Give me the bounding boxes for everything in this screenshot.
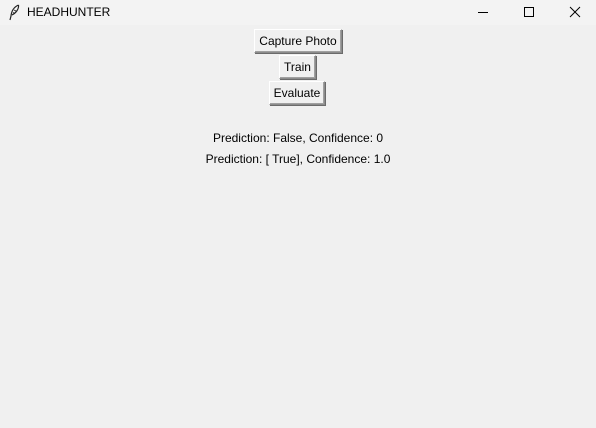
- evaluate-button[interactable]: Evaluate: [269, 81, 325, 105]
- capture-photo-button[interactable]: Capture Photo: [254, 29, 342, 53]
- prediction-result-2: Prediction: [ True], Confidence: 1.0: [205, 152, 391, 166]
- minimize-icon: [478, 12, 488, 13]
- close-button[interactable]: [552, 0, 596, 25]
- app-window: HEADHUNTER Capture Photo Train Evaluate …: [0, 0, 596, 428]
- maximize-button[interactable]: [506, 0, 552, 25]
- main-content: Capture Photo Train Evaluate Prediction:…: [0, 25, 596, 428]
- train-button[interactable]: Train: [279, 55, 316, 79]
- prediction-result-1: Prediction: False, Confidence: 0: [212, 131, 384, 145]
- title-bar[interactable]: HEADHUNTER: [0, 0, 596, 25]
- maximize-icon: [524, 7, 534, 17]
- close-icon: [569, 6, 581, 18]
- minimize-button[interactable]: [460, 0, 506, 25]
- window-title: HEADHUNTER: [27, 5, 111, 19]
- feather-icon: [7, 4, 21, 21]
